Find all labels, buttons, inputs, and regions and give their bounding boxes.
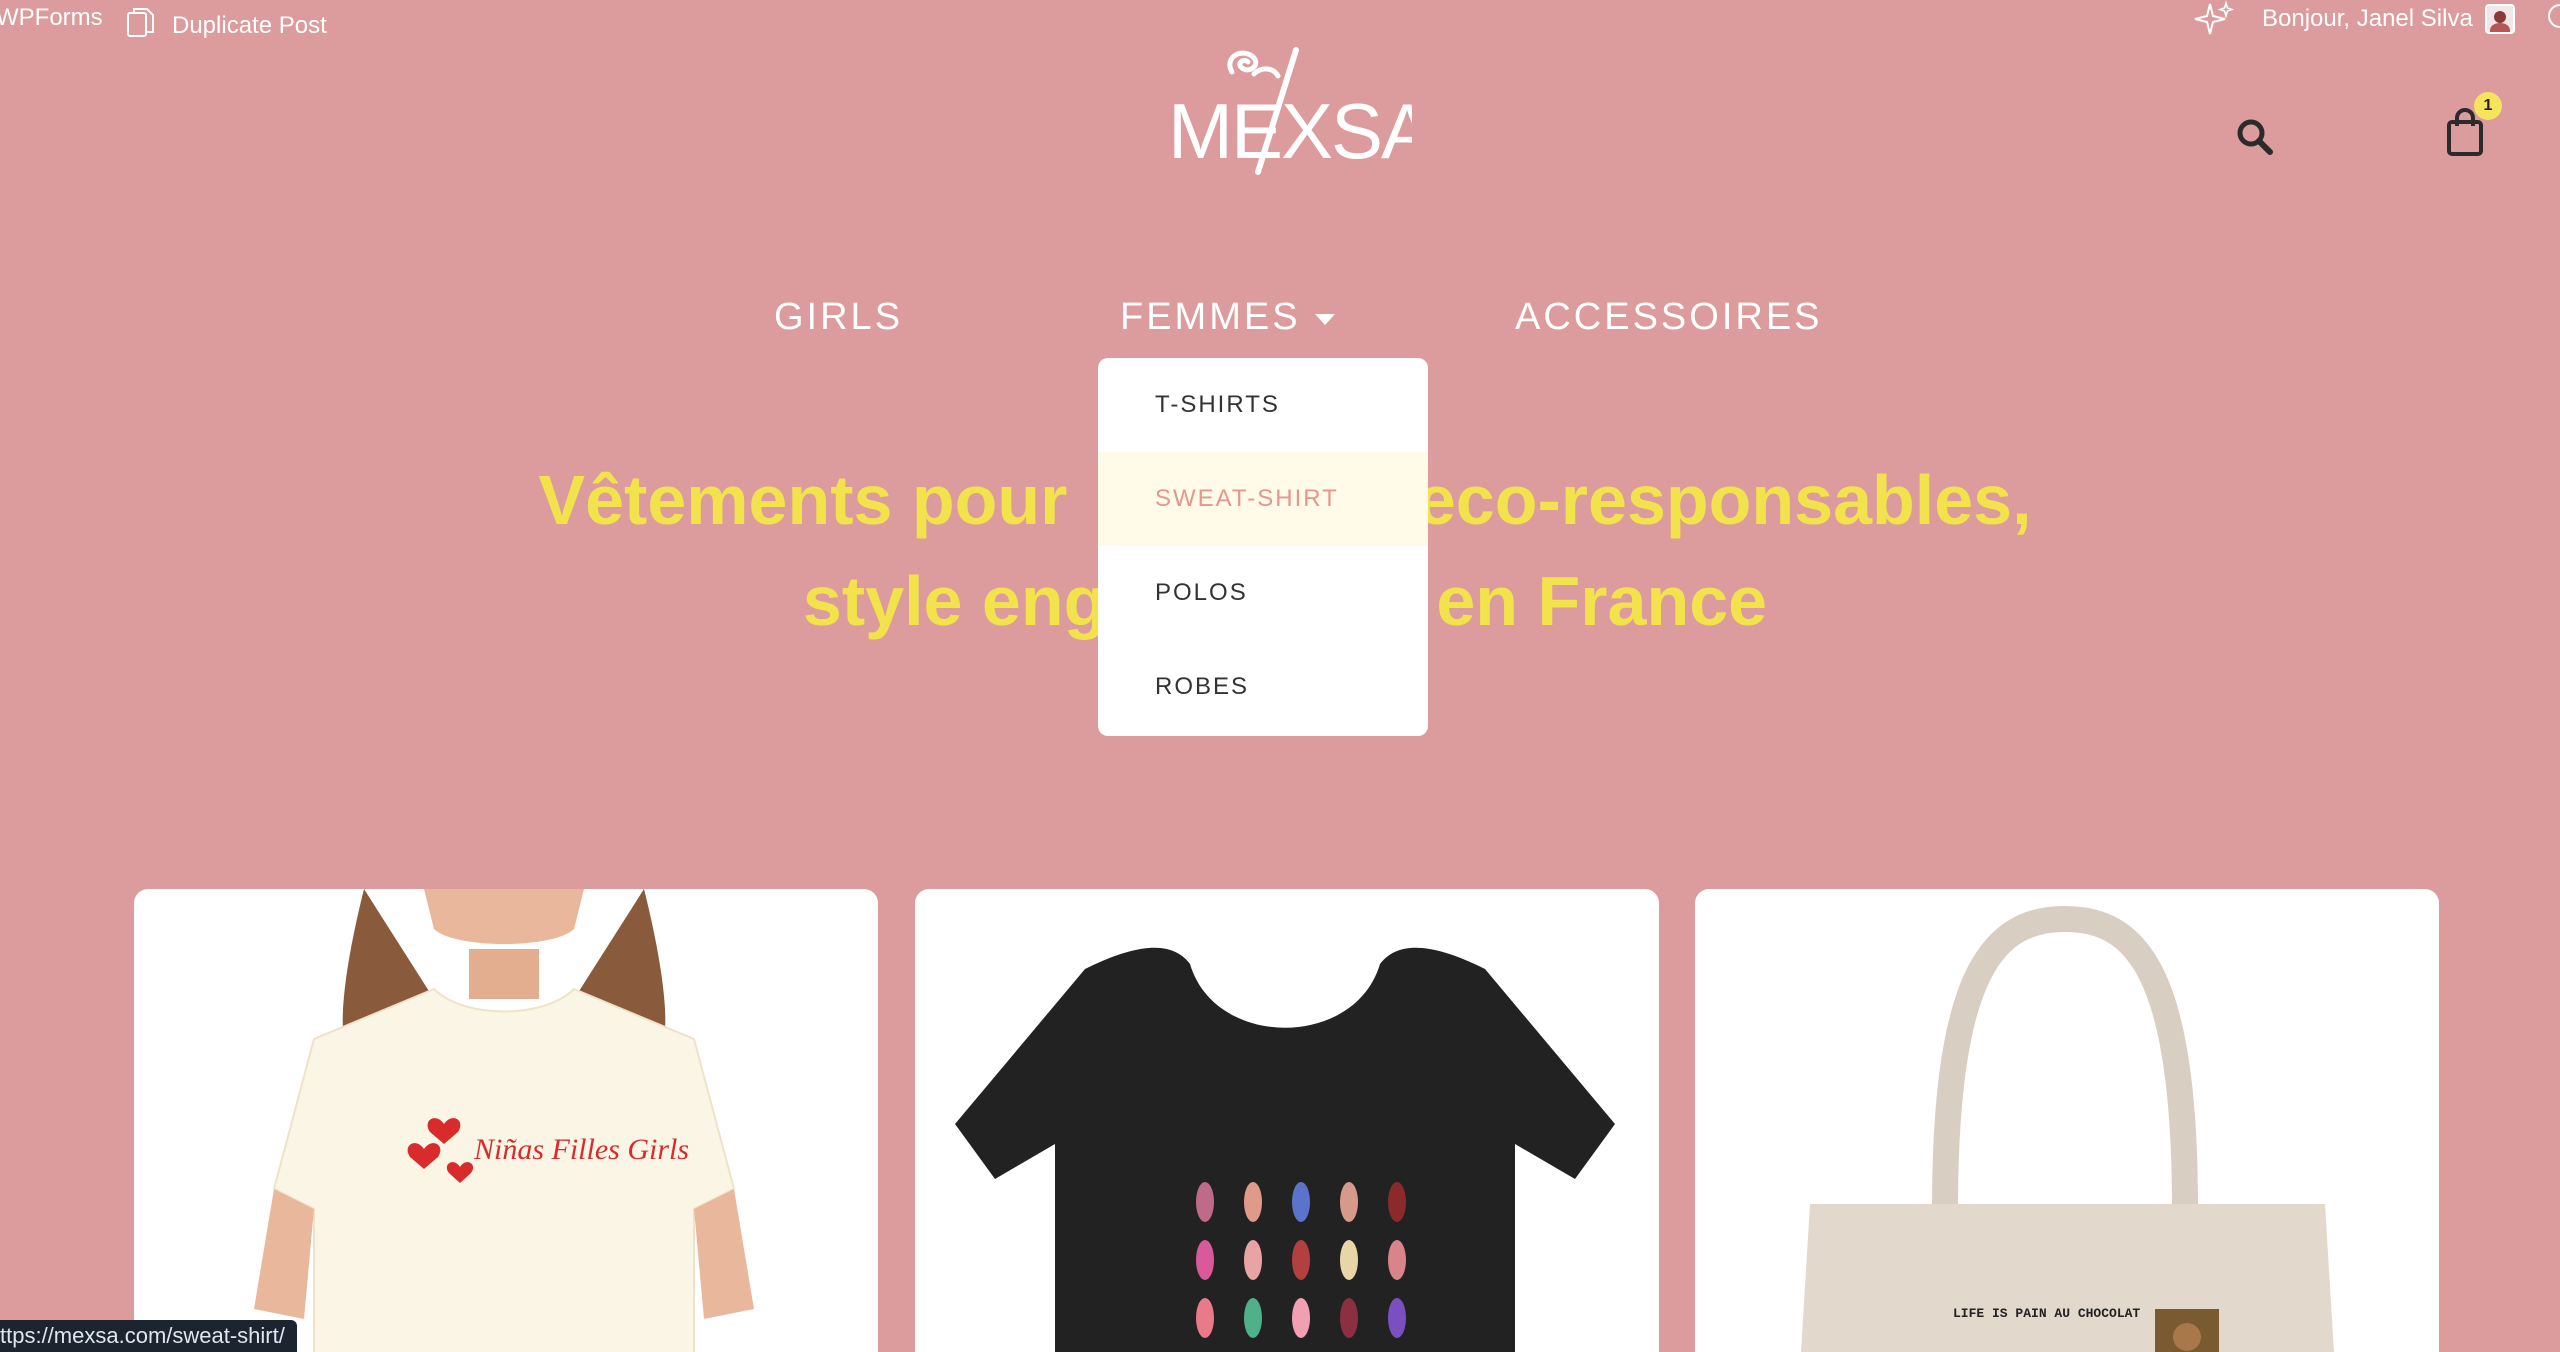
dropdown-item-sweat-shirt[interactable]: SWEAT-SHIRT [1098, 452, 1428, 546]
product-card-tote-bag[interactable]: LIFE IS PAIN AU CHOCOLAT [1695, 889, 2439, 1352]
status-bar-url: ttps://mexsa.com/sweat-shirt/ [0, 1320, 297, 1352]
hero-line-1-left: Vêtements pour [538, 461, 1087, 539]
admin-bar-account[interactable]: Bonjour, Janel Silva [2262, 4, 2515, 34]
admin-bar-wpforms[interactable]: WPForms [0, 4, 103, 32]
caret-down-icon [1314, 314, 1335, 325]
black-tshirt-image [955, 947, 1615, 1352]
admin-bar-duplicate-post[interactable]: Duplicate Post [124, 4, 327, 47]
femmes-dropdown-menu: T-SHIRTS SWEAT-SHIRT POLOS ROBES [1098, 358, 1428, 736]
dropdown-item-robes[interactable]: ROBES [1098, 640, 1428, 734]
admin-bar: WPForms Duplicate Post Bonjour, Janel Si… [0, 0, 2560, 40]
cart-count-badge: 1 [2474, 92, 2502, 120]
product-card-black-tshirt[interactable] [915, 889, 1659, 1352]
mexsa-logo-icon: MEXSA [1168, 47, 1435, 175]
avatar [2484, 4, 2515, 34]
hero-line-2-left: style eng [802, 562, 1107, 640]
duplicate-post-label: Duplicate Post [172, 11, 327, 39]
bag-print-text: LIFE IS PAIN AU CHOCOLAT [1953, 1306, 2140, 1321]
hero-line-2-right: en France [1436, 562, 1768, 640]
nav-femmes-label: FEMMES [1120, 296, 1301, 338]
hero-line-1-right: eco-responsables, [1416, 461, 2032, 539]
admin-bar-ai-sparkle[interactable] [2192, 0, 2236, 47]
girl-tshirt-image: Niñas Filles Girls [254, 889, 754, 1352]
duplicate-icon [124, 4, 160, 47]
logo-lettering: MEXSA [1168, 87, 1412, 175]
greeting-text: Bonjour, Janel Silva [2262, 5, 2473, 32]
dropdown-item-tshirts[interactable]: T-SHIRTS [1098, 358, 1428, 452]
admin-bar-overflow-item[interactable] [2548, 4, 2560, 28]
tshirt-print-text: Niñas Filles Girls [473, 1133, 689, 1166]
overflow-icon [2548, 4, 2560, 28]
nav-girls[interactable]: GIRLS [774, 296, 903, 339]
dropdown-item-polos[interactable]: POLOS [1098, 546, 1428, 640]
wpforms-label: WPForms [0, 4, 103, 31]
search-button[interactable] [2234, 116, 2276, 158]
nav-femmes[interactable]: FEMMES [1120, 296, 1335, 339]
tote-bag-image: LIFE IS PAIN AU CHOCOLAT [1801, 905, 2334, 1352]
product-card-girls-tshirt[interactable]: Niñas Filles Girls [134, 889, 878, 1352]
search-icon [2237, 119, 2273, 155]
nav-accessoires[interactable]: ACCESSOIRES [1515, 296, 1823, 339]
site-logo[interactable]: MEXSA [1162, 44, 1435, 184]
sparkle-icon [2192, 0, 2236, 47]
